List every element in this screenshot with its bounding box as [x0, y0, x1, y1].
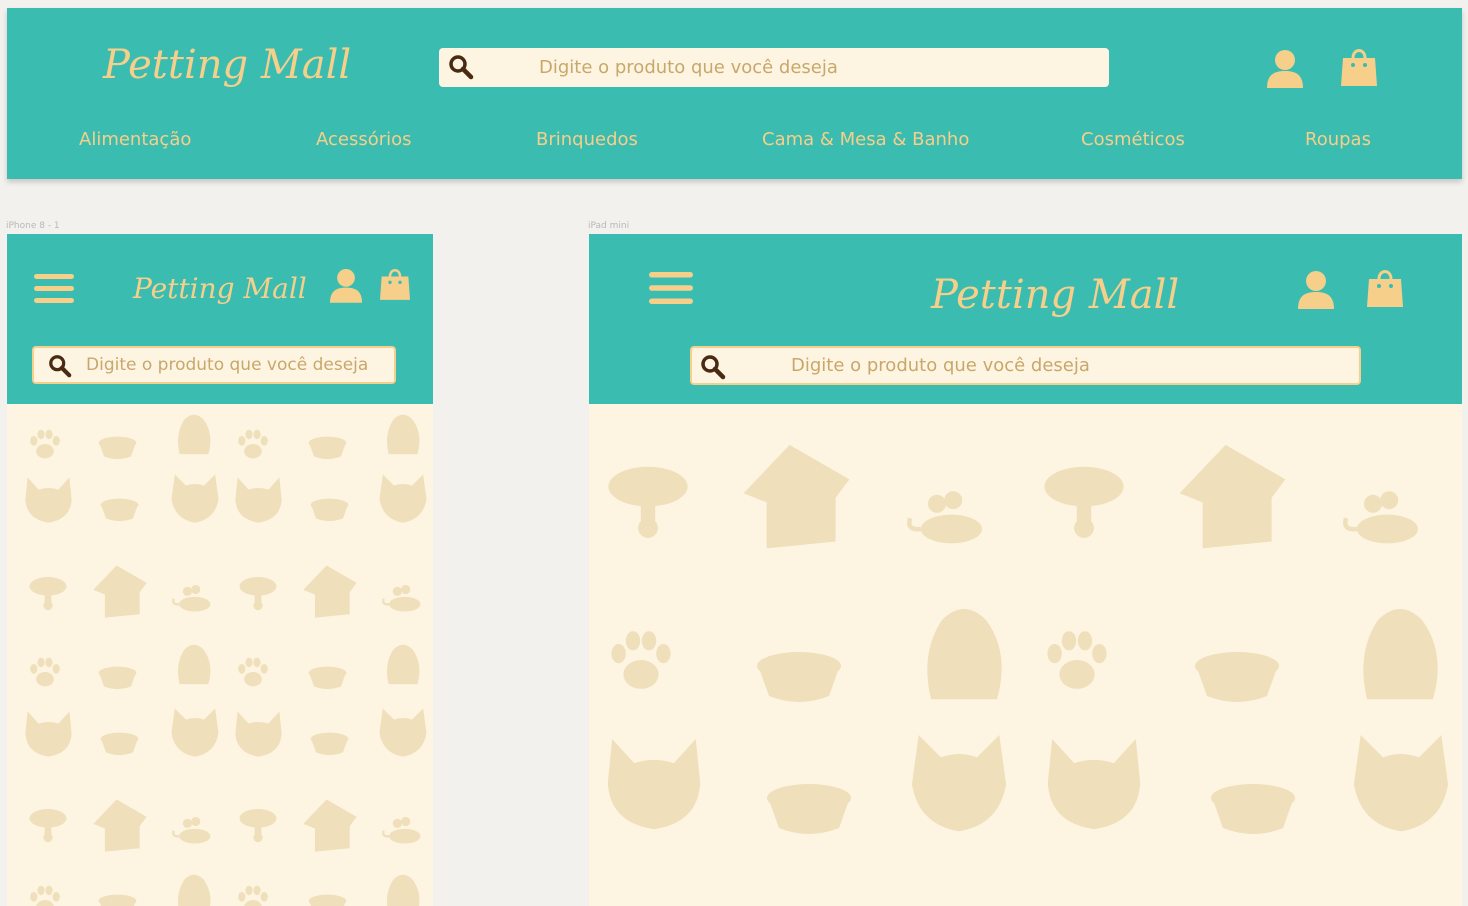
search-bar[interactable]: Digite o produto que você deseja [690, 346, 1361, 385]
user-icon[interactable] [330, 267, 362, 303]
user-icon[interactable] [1267, 48, 1303, 88]
user-icon[interactable] [1298, 269, 1334, 309]
tablet-header: Petting Mall Digite o produto que você d… [589, 234, 1462, 404]
search-placeholder: Digite o produto que você deseja [539, 57, 838, 78]
nav-item-acessorios[interactable]: Acessórios [316, 129, 412, 150]
brand-logo[interactable]: Petting Mall [103, 42, 351, 88]
desktop-header: Petting Mall Digite o produto que você d… [7, 8, 1462, 179]
logo-text: Petting Mall [931, 272, 1180, 318]
category-nav: Alimentação Acessórios Brinquedos Cama &… [7, 129, 1462, 159]
search-icon[interactable] [448, 54, 474, 80]
artboard-label-ipad: iPad mini [588, 221, 630, 231]
nav-item-cosmeticos[interactable]: Cosméticos [1081, 129, 1185, 150]
logo-text: Petting Mall [103, 42, 352, 88]
brand-logo[interactable]: Petting Mall [133, 272, 307, 305]
nav-item-alimentacao[interactable]: Alimentação [79, 129, 191, 150]
brand-logo[interactable]: Petting Mall [931, 272, 1179, 318]
nav-item-brinquedos[interactable]: Brinquedos [536, 129, 638, 150]
search-bar[interactable]: Digite o produto que você deseja [32, 346, 396, 384]
search-bar[interactable]: Digite o produto que você deseja [439, 48, 1109, 87]
logo-text: Petting Mall [133, 272, 307, 305]
shopping-bag-icon[interactable] [1341, 46, 1377, 88]
ipad-artboard: Petting Mall Digite o produto que você d… [589, 234, 1462, 906]
iphone-artboard: Petting Mall Digite o produto que você d… [7, 234, 433, 906]
search-icon[interactable] [48, 354, 72, 378]
hamburger-menu-icon[interactable] [649, 271, 693, 305]
pet-pattern [25, 414, 427, 906]
search-icon[interactable] [700, 354, 726, 380]
pet-pattern [607, 444, 1449, 834]
artboard-label-iphone: iPhone 8 - 1 [6, 221, 60, 231]
mobile-header: Petting Mall Digite o produto que você d… [7, 234, 433, 404]
search-placeholder: Digite o produto que você deseja [791, 355, 1090, 376]
shopping-bag-icon[interactable] [380, 266, 410, 302]
pattern-background [589, 404, 1462, 906]
pattern-background [7, 404, 433, 906]
nav-item-roupas[interactable]: Roupas [1305, 129, 1371, 150]
nav-item-cama-mesa-banho[interactable]: Cama & Mesa & Banho [762, 129, 969, 150]
hamburger-menu-icon[interactable] [34, 274, 74, 303]
shopping-bag-icon[interactable] [1367, 267, 1403, 309]
search-placeholder: Digite o produto que você deseja [86, 355, 369, 375]
